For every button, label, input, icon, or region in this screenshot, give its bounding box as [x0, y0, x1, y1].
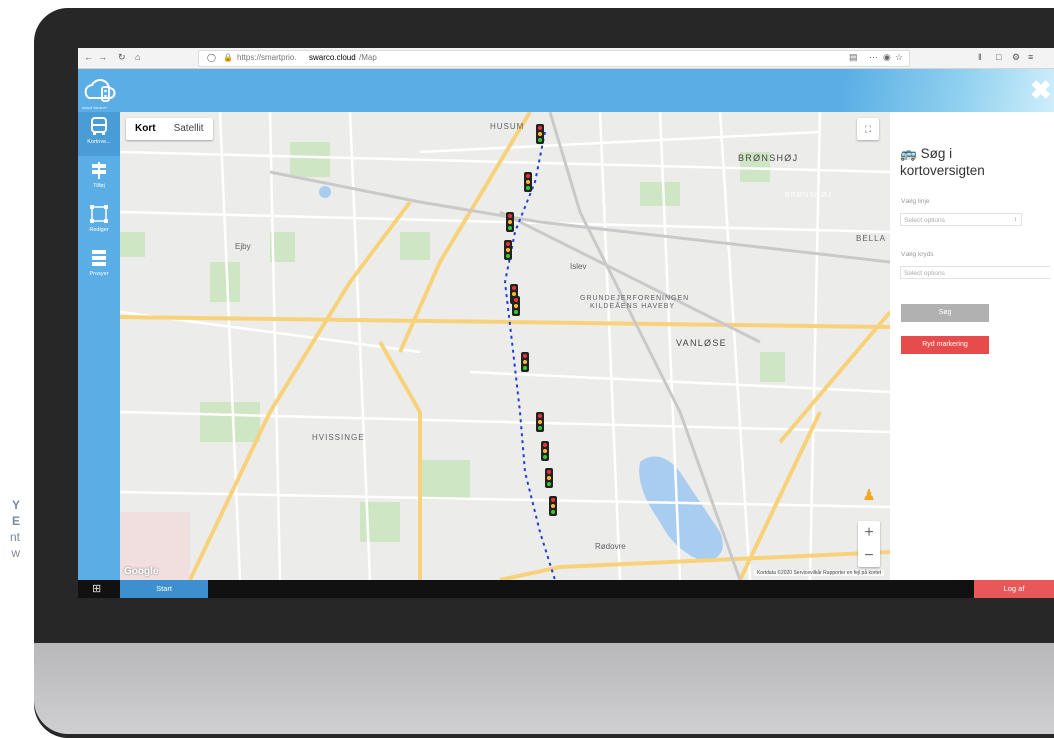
monitor-chin [34, 643, 1054, 734]
menu-icon[interactable]: ≡ [1028, 52, 1033, 62]
left-nav: Kortove... Tilføj Rediger Prosyer [78, 112, 120, 580]
side-text-line-1: Y [11, 498, 20, 512]
url-path: /Map [359, 53, 377, 62]
line-label: Vælg linje [901, 198, 930, 205]
shield-icon: ◯ [207, 53, 216, 62]
address-bar[interactable]: ◯ 🔒 https://smartprio. swarco.cloud /Map… [198, 50, 910, 67]
select-arrow-icon: ↕ [1014, 217, 1017, 223]
bus-icon [91, 117, 107, 135]
traffic-light-icon[interactable] [521, 352, 529, 372]
nav-label: Rediger [89, 227, 109, 233]
map-type-kort[interactable]: Kort [126, 118, 165, 140]
search-button[interactable]: Søg [901, 304, 989, 322]
nav-label: Kortove... [87, 139, 111, 145]
partial-side-text: Y E nt w [0, 497, 20, 561]
library-icon[interactable]: ‖ [978, 52, 982, 62]
reader-icon[interactable]: ▤ [849, 52, 858, 63]
place-bella: BELLA [856, 234, 886, 243]
logout-button[interactable]: Log af [974, 580, 1054, 598]
map-type-satellit[interactable]: Satellit [165, 118, 213, 140]
traffic-light-icon[interactable] [549, 496, 557, 516]
zoom-in-button[interactable]: + [858, 521, 880, 544]
map-view[interactable]: HUSUM BRØNSHØJ BRØNSHØJ Ejby Islev GRUND… [120, 112, 890, 580]
forward-icon[interactable]: → [98, 52, 107, 62]
back-icon[interactable]: ← [84, 52, 93, 62]
home-icon[interactable]: ⌂ [135, 52, 140, 62]
place-bronshoj-small: BRØNSHØJ [785, 192, 832, 199]
map-canvas [120, 112, 890, 580]
nav-label: Prosyer [89, 271, 109, 277]
close-icon[interactable]: ✖ [1030, 77, 1052, 103]
traffic-light-icon[interactable] [536, 412, 544, 432]
network-icon[interactable]: ⊞ [92, 582, 101, 595]
footer-bar: ⊞ Start Log af [78, 580, 1054, 598]
traffic-light-icon[interactable] [504, 240, 512, 260]
place-grundejerforeningen: GRUNDEJERFORENINGEN [580, 295, 690, 302]
place-rodovre: Rødovre [595, 542, 626, 551]
place-husum: HUSUM [490, 122, 525, 131]
screen: ← → ↻ ⌂ ◯ 🔒 https://smartprio. swarco.cl… [78, 48, 1054, 598]
panel-title-line1: Søg i [920, 146, 953, 161]
place-bronshoj: BRØNSHØJ [738, 153, 799, 163]
place-vanlose: VANLØSE [676, 338, 727, 348]
more-icon[interactable]: ⋯ [869, 52, 878, 63]
fullscreen-button[interactable]: ⛶ [857, 118, 879, 140]
traffic-light-icon[interactable] [541, 441, 549, 461]
nav-item-kortoversigt[interactable]: Kortove... [78, 112, 120, 156]
pocket-icon[interactable]: ◉ [883, 52, 891, 63]
panel-title-line2: kortoversigten [900, 163, 985, 178]
cross-label: Vælg kryds [901, 251, 934, 258]
server-icon [92, 250, 106, 266]
nav-item-tilfoj[interactable]: Tilføj [78, 156, 120, 200]
clear-selection-button[interactable]: Ryd markering [901, 336, 989, 354]
side-text-line-3: nt [9, 530, 20, 544]
place-hvissinge: HVISSINGE [312, 433, 365, 442]
traffic-light-icon[interactable] [506, 212, 514, 232]
sidebar-icon[interactable]: □ [996, 52, 1001, 62]
place-islev: Islev [570, 262, 587, 271]
place-kildeaens-haveby: KILDEÅENS HAVEBY [590, 303, 676, 310]
traffic-light-icon[interactable] [524, 172, 532, 192]
map-attribution[interactable]: Kortdata ©2020 Servicevilkår Rapporter e… [753, 570, 884, 576]
place-ejby: Ejby [235, 242, 251, 251]
side-text-line-2: E [11, 514, 20, 528]
side-text-line-4: w [11, 546, 20, 560]
zoom-out-button[interactable]: − [858, 544, 880, 567]
map-type-toggle: Kort Satellit [126, 118, 213, 140]
nav-label: Tilføj [93, 183, 105, 189]
nav-item-prosyer[interactable]: Prosyer [78, 244, 120, 288]
zoom-control: + − [858, 521, 880, 567]
logo-text: SMART PRIORITY [82, 106, 108, 110]
bus-icon: 🚌 [900, 146, 917, 161]
google-logo: Google [124, 566, 159, 577]
signpost-icon [92, 162, 106, 179]
browser-toolbar: ← → ↻ ⌂ ◯ 🔒 https://smartprio. swarco.cl… [78, 48, 1054, 69]
traffic-light-icon[interactable] [536, 124, 544, 144]
cross-select-placeholder: Select options [904, 270, 945, 277]
app-header: SMART PRIORITY ✖ [78, 69, 1054, 112]
line-select[interactable]: Select options ↕ [900, 213, 1022, 226]
smartprio-logo [84, 79, 116, 102]
url-prefix: https://smartprio. [237, 53, 297, 62]
nav-item-rediger[interactable]: Rediger [78, 200, 120, 244]
network-edit-icon [90, 205, 108, 223]
search-panel: 🚌 Søg i kortoversigten Vælg linje Select… [890, 112, 1054, 580]
bookmark-icon[interactable]: ☆ [895, 52, 903, 63]
line-select-placeholder: Select options [904, 217, 945, 224]
street-view-pegman-icon[interactable]: ♟ [858, 484, 880, 508]
panel-title: 🚌 Søg i kortoversigten [900, 145, 985, 179]
traffic-light-icon[interactable] [512, 296, 520, 316]
traffic-light-icon[interactable] [545, 468, 553, 488]
extension-icon[interactable]: ⚙ [1012, 52, 1020, 63]
url-domain: swarco.cloud [309, 53, 356, 62]
cross-select[interactable]: Select options [900, 266, 1050, 279]
start-button[interactable]: Start [120, 580, 208, 598]
reload-icon[interactable]: ↻ [118, 52, 126, 63]
lock-icon: 🔒 [223, 53, 233, 62]
